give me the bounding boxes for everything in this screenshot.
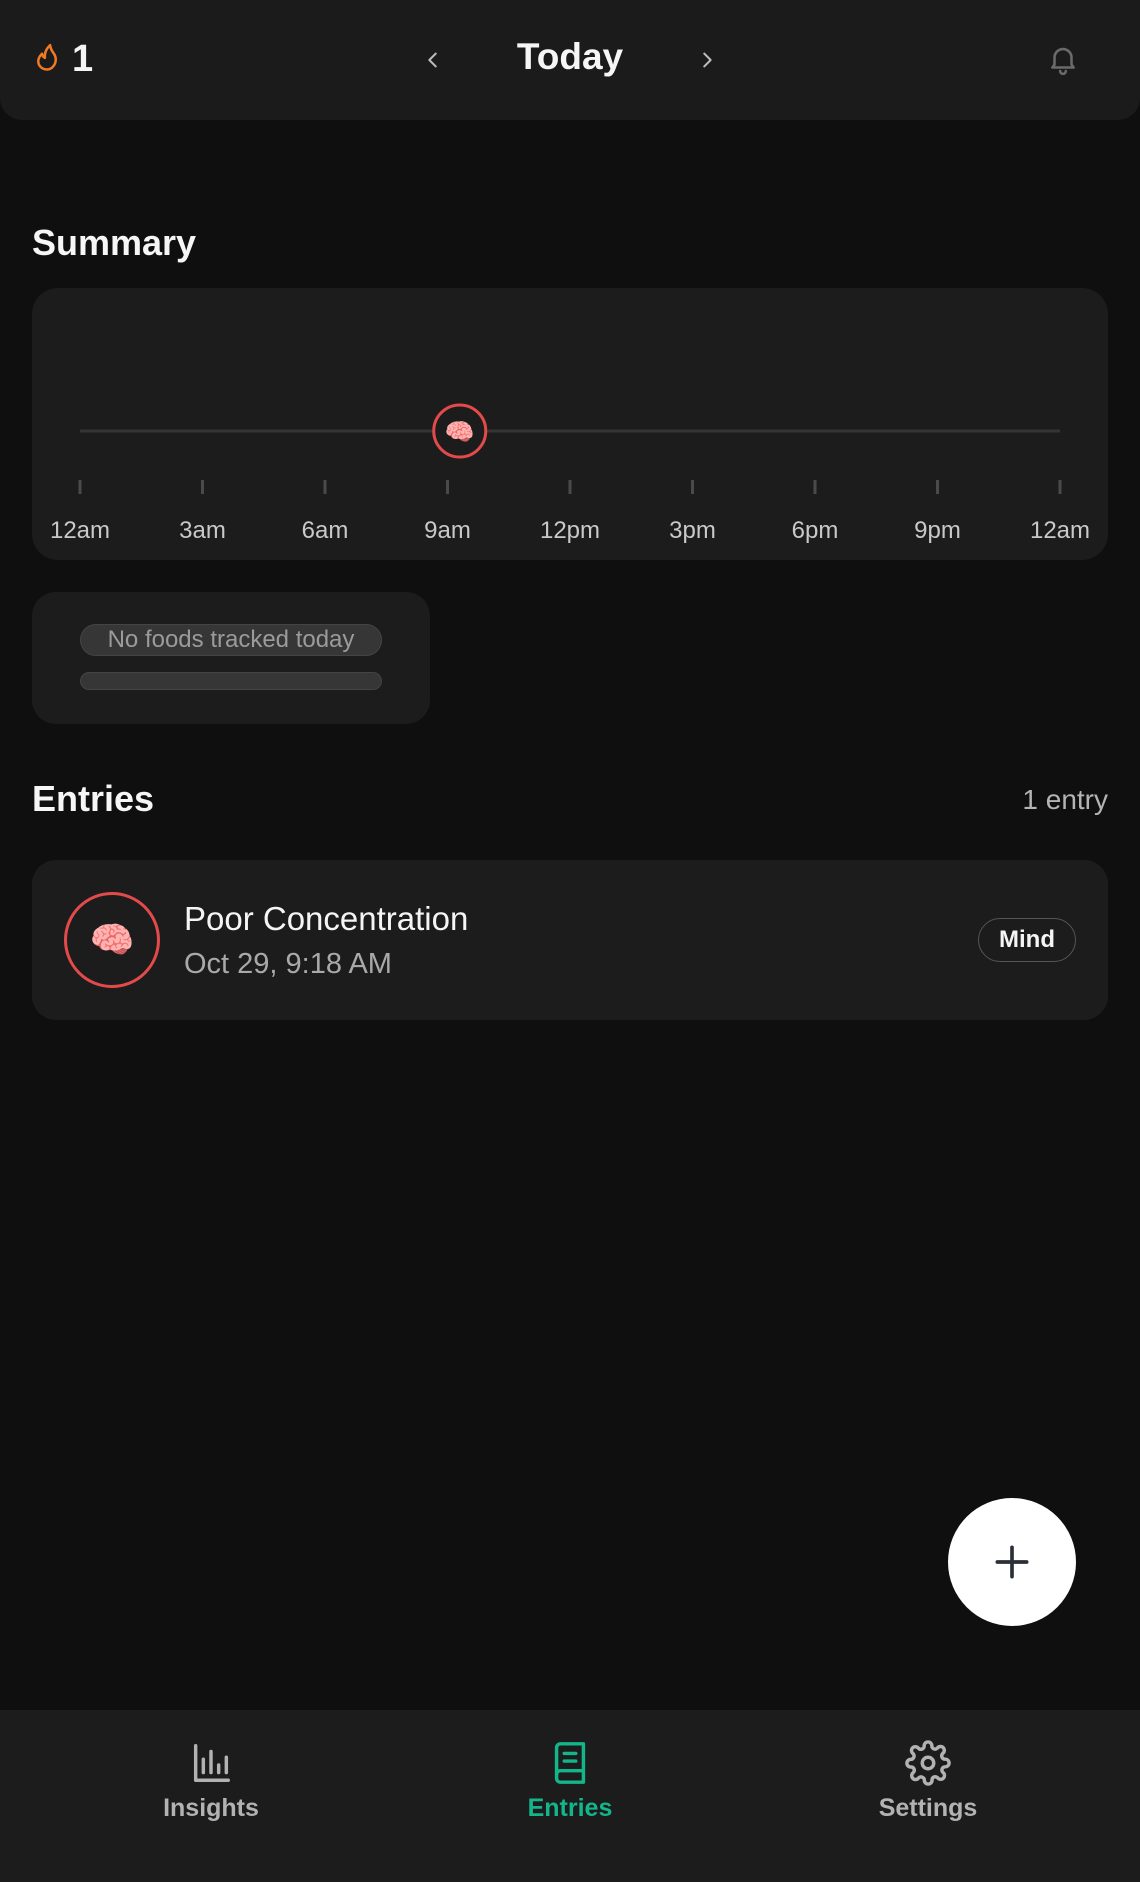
streak-count: 1: [72, 38, 94, 80]
bottom-navigation: Insights Entries Settings: [0, 1710, 1140, 1882]
timeline-tick-label: 3am: [179, 517, 226, 544]
tab-insights[interactable]: Insights: [111, 1740, 311, 1823]
gear-icon: [905, 1740, 951, 1786]
book-icon: [554, 1742, 586, 1784]
flame-icon: [32, 42, 62, 77]
tab-settings[interactable]: Settings: [828, 1740, 1028, 1823]
brain-icon: 🧠: [445, 419, 475, 446]
timeline-tick-label: 12am: [50, 517, 110, 544]
summary-timeline-card: 12am 3am 6am 9am 12pm 3pm 6pm 9pm 12am 🧠: [32, 288, 1108, 560]
entry-card[interactable]: 🧠 Poor Concentration Oct 29, 9:18 AM Min…: [32, 860, 1108, 1020]
tab-insights-label: Insights: [163, 1794, 259, 1822]
next-day-button[interactable]: [692, 42, 722, 78]
timeline-tick-label: 6pm: [792, 517, 839, 544]
add-entry-button[interactable]: [948, 1498, 1076, 1626]
timeline-tick-label: 12pm: [540, 517, 600, 544]
brain-icon: 🧠: [64, 892, 160, 988]
bell-icon: [1051, 47, 1075, 76]
entry-title: Poor Concentration: [184, 900, 469, 937]
entry-category-badge: Mind: [978, 918, 1076, 962]
entry-time: Oct 29, 9:18 AM: [184, 948, 392, 980]
tab-settings-label: Settings: [878, 1794, 978, 1822]
tab-entries[interactable]: Entries: [470, 1740, 670, 1823]
timeline-tick-label: 3pm: [669, 517, 716, 544]
top-bar: 1 Today: [0, 0, 1140, 120]
foods-empty-label: No foods tracked today: [80, 624, 382, 656]
streak-indicator[interactable]: 1: [32, 38, 93, 81]
bar-chart-icon: [193, 1744, 230, 1782]
foods-progress-bar: [80, 672, 382, 690]
timeline-tick-label: 6am: [302, 517, 349, 544]
foods-card[interactable]: No foods tracked today: [32, 592, 430, 724]
timeline-tick-label: 9am: [424, 517, 471, 544]
timeline-entry-marker[interactable]: 🧠: [432, 403, 488, 459]
timeline-tick-label: 12am: [1030, 517, 1090, 544]
tab-entries-label: Entries: [527, 1794, 613, 1822]
plus-icon: [995, 1545, 1029, 1579]
entry-count: 1 entry: [1022, 784, 1108, 815]
chevron-left-icon: [428, 52, 437, 68]
previous-day-button[interactable]: [418, 42, 448, 78]
timeline-tick-label: 9pm: [914, 517, 961, 544]
app-screen: 1 Today Summary 12am 3am 6am 9am 12pm 3pm 6pm 9…: [0, 0, 1140, 1882]
summary-title: Summary: [32, 222, 197, 263]
day-timeline: 12am 3am 6am 9am 12pm 3pm 6pm 9pm 12am 🧠: [50, 403, 1090, 544]
entries-title: Entries: [32, 778, 155, 819]
date-title[interactable]: Today: [470, 36, 670, 78]
notifications-button[interactable]: [1046, 42, 1080, 78]
chevron-right-icon: [703, 52, 712, 68]
